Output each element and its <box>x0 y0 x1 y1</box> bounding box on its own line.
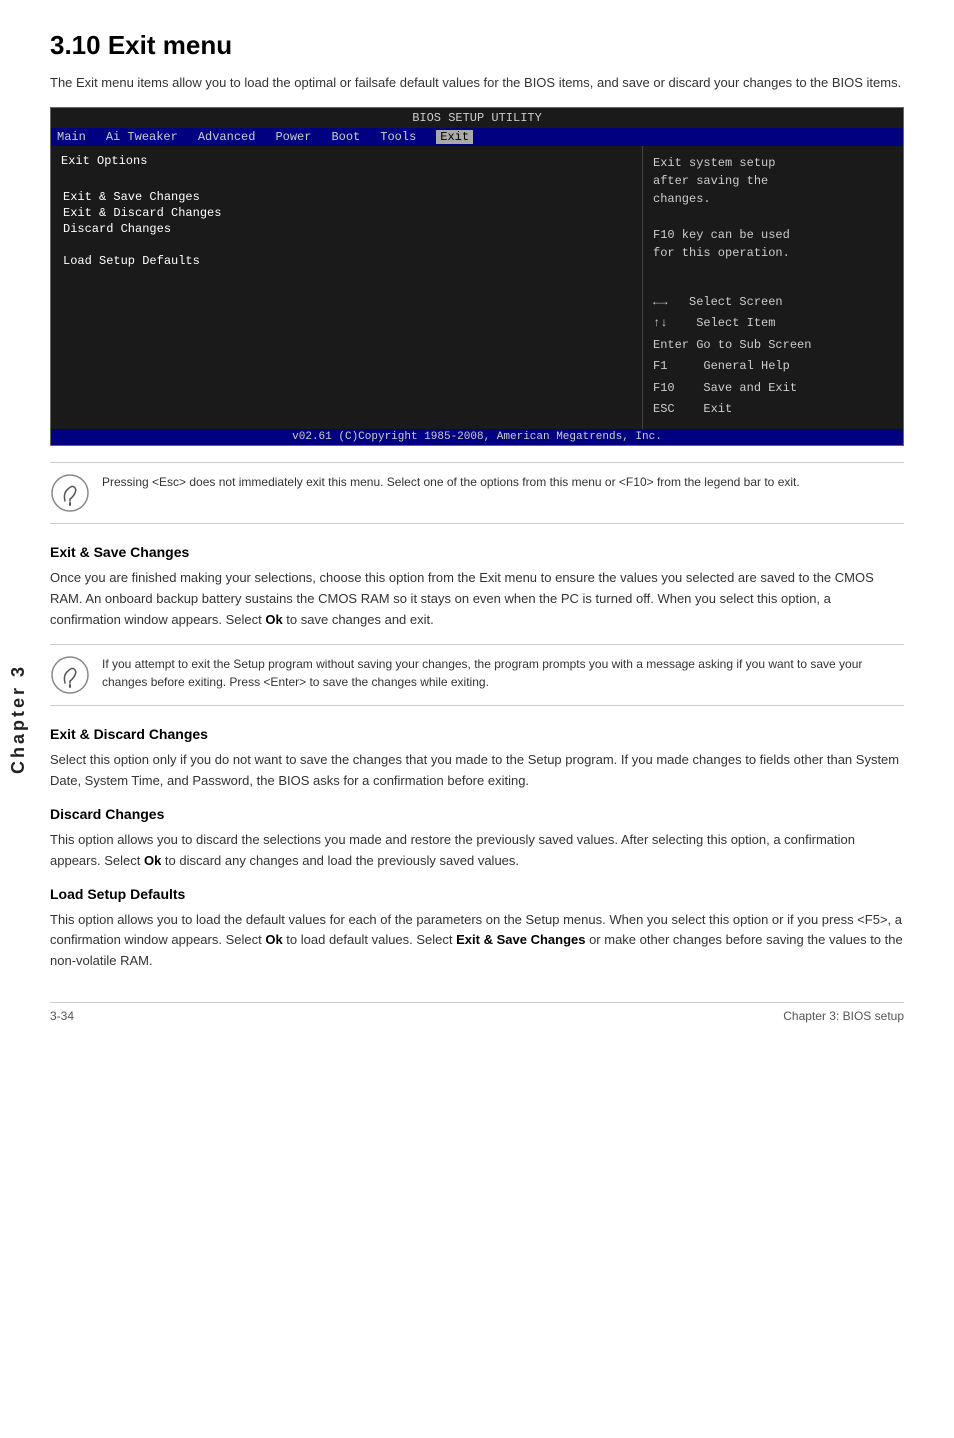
footer-page-number: 3-34 <box>50 1009 74 1023</box>
bios-title: BIOS SETUP UTILITY <box>51 108 903 128</box>
note-icon-2 <box>50 655 90 695</box>
section-body-load-defaults: This option allows you to load the defau… <box>50 910 904 972</box>
bios-menu-advanced[interactable]: Advanced <box>198 130 256 144</box>
section-body-exit-discard: Select this option only if you do not wa… <box>50 750 904 792</box>
bios-menu-power[interactable]: Power <box>275 130 311 144</box>
note-box-1: Pressing <Esc> does not immediately exit… <box>50 462 904 524</box>
bios-legend: ←→ Select Screen ↑↓ Select Item Enter Go… <box>653 292 893 422</box>
legend-select-item: ↑↓ Select Item <box>653 313 893 335</box>
note-text-1: Pressing <Esc> does not immediately exit… <box>102 473 800 491</box>
bios-entry-load-defaults[interactable]: Load Setup Defaults <box>61 254 632 268</box>
bios-menu-bar: Main Ai Tweaker Advanced Power Boot Tool… <box>51 128 903 146</box>
section-heading-discard: Discard Changes <box>50 806 904 822</box>
bios-right-panel: Exit system setup after saving the chang… <box>643 146 903 430</box>
bios-menu-main[interactable]: Main <box>57 130 86 144</box>
section-body-discard: This option allows you to discard the se… <box>50 830 904 872</box>
bios-entry-discard[interactable]: Discard Changes <box>61 222 632 236</box>
bios-entry-exit-discard[interactable]: Exit & Discard Changes <box>61 206 632 220</box>
bios-menu-exit[interactable]: Exit <box>436 130 473 144</box>
section-heading-exit-save: Exit & Save Changes <box>50 544 904 560</box>
legend-f1: F1 General Help <box>653 356 893 378</box>
bios-content-area: Exit Options Exit & Save Changes Exit & … <box>51 146 903 430</box>
bios-menu-tools[interactable]: Tools <box>380 130 416 144</box>
legend-enter: Enter Go to Sub Screen <box>653 335 893 357</box>
section-heading-load-defaults: Load Setup Defaults <box>50 886 904 902</box>
footer-chapter-label: Chapter 3: BIOS setup <box>783 1009 904 1023</box>
note-box-2: If you attempt to exit the Setup program… <box>50 644 904 706</box>
bios-footer: v02.61 (C)Copyright 1985-2008, American … <box>51 429 903 445</box>
page-footer: 3-34 Chapter 3: BIOS setup <box>50 1002 904 1023</box>
legend-esc: ESC Exit <box>653 399 893 421</box>
bios-menu-boot[interactable]: Boot <box>331 130 360 144</box>
bios-entry-exit-save[interactable]: Exit & Save Changes <box>61 190 632 204</box>
legend-select-screen: ←→ Select Screen <box>653 292 893 314</box>
bios-left-panel: Exit Options Exit & Save Changes Exit & … <box>51 146 643 430</box>
note-text-2: If you attempt to exit the Setup program… <box>102 655 904 691</box>
section-heading-exit-discard: Exit & Discard Changes <box>50 726 904 742</box>
legend-f10: F10 Save and Exit <box>653 378 893 400</box>
bios-entry-spacer <box>61 238 632 252</box>
intro-paragraph: The Exit menu items allow you to load th… <box>50 73 904 93</box>
chapter-label: Chapter 3 <box>8 664 29 774</box>
bios-menu-ai-tweaker[interactable]: Ai Tweaker <box>106 130 178 144</box>
section-body-exit-save: Once you are finished making your select… <box>50 568 904 630</box>
bios-setup-box: BIOS SETUP UTILITY Main Ai Tweaker Advan… <box>50 107 904 447</box>
bios-section-title: Exit Options <box>61 154 632 168</box>
note-icon-1 <box>50 473 90 513</box>
bios-help-text: Exit system setup after saving the chang… <box>653 154 893 262</box>
page-title: 3.10 Exit menu <box>50 30 904 61</box>
